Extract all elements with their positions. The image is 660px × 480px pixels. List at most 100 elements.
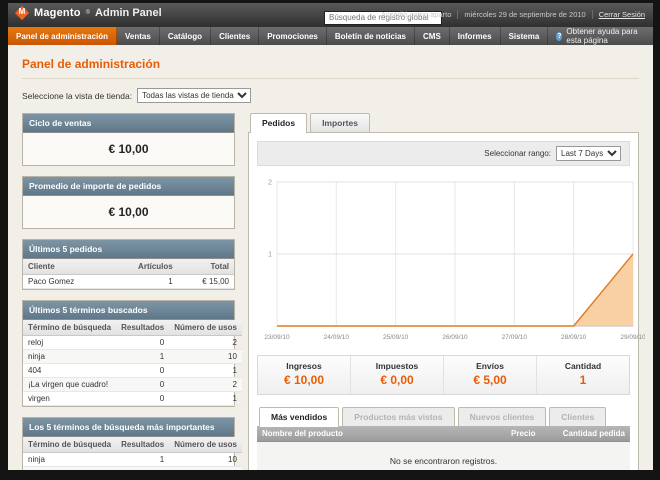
bestsellers-grid: Nombre del producto Precio Cantidad pedi…	[257, 426, 630, 470]
get-help-link[interactable]: ? Obtener ayuda para esta página	[548, 27, 653, 45]
svg-text:28/09/10: 28/09/10	[561, 334, 587, 341]
cell: 0	[116, 391, 170, 406]
tab-clientes[interactable]: Clientes	[549, 407, 607, 426]
column-header: Resultados	[116, 437, 170, 453]
lifetime-sales-panel: Ciclo de ventas € 10,00	[22, 113, 235, 166]
cell: 1	[109, 274, 178, 289]
stat-label: Impuestos	[375, 361, 419, 371]
column-header: Número de usos	[169, 437, 242, 453]
stat-value: € 5,00	[473, 373, 507, 387]
dashboard-sidebar: Ciclo de ventas € 10,00 Promedio de impo…	[22, 113, 242, 470]
cell: 0	[116, 335, 170, 350]
brand-suffix: Admin Panel	[95, 7, 162, 19]
cell: reloj	[23, 466, 117, 470]
average-orders-title: Promedio de importe de pedidos	[23, 177, 234, 196]
empty-text: No se encontraron registros.	[257, 441, 630, 470]
stat-value: € 0,00	[380, 373, 414, 387]
svg-text:2: 2	[268, 180, 272, 187]
last-orders-title: Últimos 5 pedidos	[23, 240, 234, 259]
column-header: Artículos	[109, 259, 178, 275]
tab-nuevos-clientes[interactable]: Nuevos clientes	[457, 407, 547, 426]
last-orders-panel: Últimos 5 pedidos Cliente Artículos Tota…	[22, 239, 235, 290]
range-select[interactable]: Last 7 Days	[556, 146, 621, 161]
table-row[interactable]: reloj 0 2	[23, 466, 242, 470]
cell: reloj	[23, 335, 117, 350]
stat-ingresos: Ingresos € 10,00	[258, 356, 350, 394]
nav-item-clientes[interactable]: Clientes	[211, 27, 260, 45]
stat-label: Ingresos	[286, 361, 322, 371]
stat-impuestos: Impuestos € 0,00	[350, 356, 443, 394]
cell: 2	[169, 466, 242, 470]
svg-text:29/09/10: 29/09/10	[620, 334, 645, 341]
title-divider	[22, 78, 639, 79]
stat-envios: Envíos € 5,00	[443, 356, 536, 394]
nav-item-catalogo[interactable]: Catálogo	[160, 27, 212, 45]
cell: € 15,00	[177, 274, 234, 289]
table-row[interactable]: ¡La virgen que cuadro! 0 2	[23, 377, 242, 392]
header-date: miércoles 29 de septiembre de 2010	[458, 10, 593, 19]
table-row[interactable]: 404 0 1	[23, 363, 242, 378]
main-nav: Panel de administración Ventas Catálogo …	[8, 27, 653, 45]
grids-tabs: Más vendidos Productos más vistos Nuevos…	[257, 407, 630, 427]
browser-viewport: M Magento ® Admin Panel Accedió como apa…	[8, 3, 653, 470]
nav-item-promociones[interactable]: Promociones	[259, 27, 327, 45]
magento-logo-icon: M	[14, 5, 30, 21]
cell: 1	[169, 363, 242, 378]
top-search-panel: Los 5 términos de búsqueda más important…	[22, 417, 242, 470]
cell: 0	[116, 363, 170, 378]
cell: ¡La virgen que cuadro!	[23, 377, 117, 392]
logout-link[interactable]: Cerrar Sesión	[599, 10, 645, 19]
cell: 10	[169, 452, 242, 467]
cell: ninja	[23, 349, 117, 364]
nav-item-informes[interactable]: Informes	[450, 27, 501, 45]
average-orders-panel: Promedio de importe de pedidos € 10,00	[22, 176, 235, 229]
cell: 2	[169, 335, 242, 350]
stat-label: Cantidad	[564, 361, 602, 371]
nav-item-boletin[interactable]: Boletín de noticias	[327, 27, 415, 45]
tab-mas-vendidos[interactable]: Más vendidos	[259, 407, 340, 427]
cell: 1	[169, 391, 242, 406]
svg-text:1: 1	[268, 252, 272, 259]
brand: M Magento ® Admin Panel	[14, 5, 162, 21]
column-header: Término de búsqueda	[23, 437, 117, 453]
average-orders-value: € 10,00	[23, 196, 234, 228]
help-icon: ?	[556, 31, 563, 41]
table-row[interactable]: Paco Gomez 1 € 15,00	[23, 274, 234, 289]
table-row[interactable]: reloj 0 2	[23, 335, 242, 350]
nav-item-sistema[interactable]: Sistema	[501, 27, 549, 45]
cell: Paco Gomez	[23, 274, 110, 289]
cell: 1	[116, 452, 170, 467]
last-search-title: Últimos 5 términos buscados	[23, 301, 234, 320]
top-search-title: Los 5 términos de búsqueda más important…	[23, 418, 234, 437]
table-row[interactable]: ninja 1 10	[23, 349, 242, 364]
trademark-symbol: ®	[85, 10, 91, 16]
cell: 0	[116, 466, 170, 470]
nav-item-cms[interactable]: CMS	[415, 27, 450, 45]
svg-text:25/09/10: 25/09/10	[383, 334, 409, 341]
svg-text:24/09/10: 24/09/10	[324, 334, 350, 341]
page-content: Panel de administración Seleccione la vi…	[8, 45, 653, 470]
empty-row: No se encontraron registros.	[257, 441, 630, 470]
cell: 0	[116, 377, 170, 392]
column-header: Cantidad pedida	[540, 426, 630, 442]
tab-pedidos[interactable]: Pedidos	[250, 113, 308, 133]
nav-item-ventas[interactable]: Ventas	[117, 27, 160, 45]
table-row[interactable]: ninja 1 10	[23, 452, 242, 467]
admin-header: M Magento ® Admin Panel Accedió como apa…	[8, 3, 653, 27]
orders-chart-wrap: 1 2 23/09/10 24/09/10 25/09/10 26/09/10 27/09/…	[257, 174, 646, 349]
store-view-label: Seleccione la vista de tienda:	[22, 90, 133, 101]
cell: 2	[169, 377, 242, 392]
store-view-select[interactable]: Todas las vistas de tienda	[137, 88, 252, 103]
dashboard-main: Pedidos Importes Seleccionar rango: Last…	[248, 113, 646, 470]
tab-importes[interactable]: Importes	[310, 113, 370, 132]
help-label: Obtener ayuda para esta página	[566, 27, 638, 45]
tab-productos-mas-vistos[interactable]: Productos más vistos	[342, 407, 455, 426]
nav-item-panel[interactable]: Panel de administración	[8, 27, 118, 45]
svg-text:26/09/10: 26/09/10	[442, 334, 468, 341]
cell: ninja	[23, 452, 117, 467]
range-selector-row: Seleccionar rango: Last 7 Days	[257, 141, 630, 166]
store-view-row: Seleccione la vista de tienda: Todas las…	[22, 88, 639, 103]
svg-text:27/09/10: 27/09/10	[502, 334, 528, 341]
svg-text:23/09/10: 23/09/10	[264, 334, 290, 341]
table-row[interactable]: virgen 0 1	[23, 391, 242, 406]
